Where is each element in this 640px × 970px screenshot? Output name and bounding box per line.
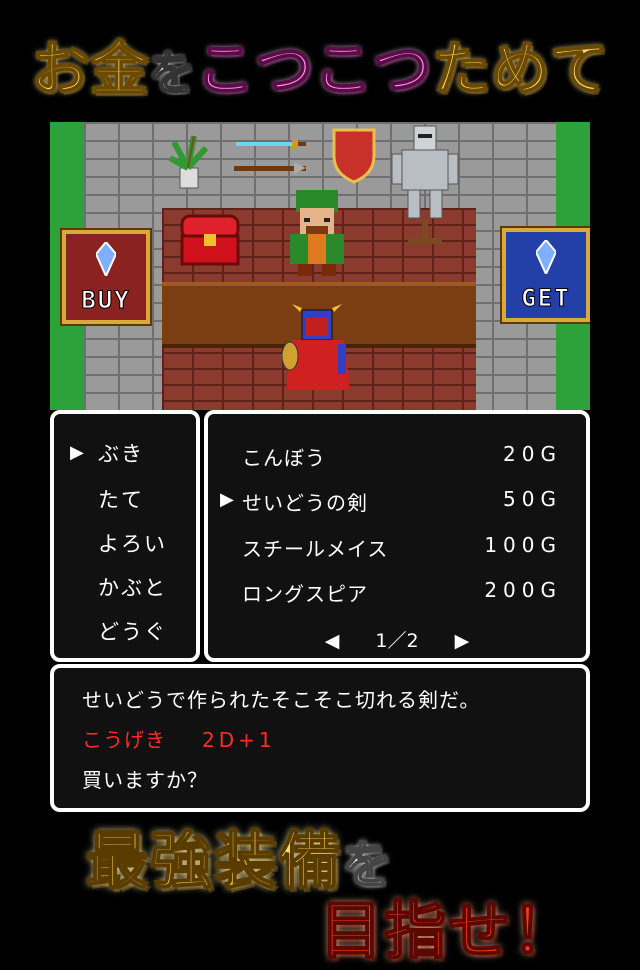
item-price: 100G <box>484 533 562 557</box>
shopkeeper-sprite <box>290 190 344 276</box>
gem-icon <box>536 240 556 274</box>
pager: ◀ 1／2 ▶ <box>208 626 586 653</box>
list-item[interactable]: スチールメイス 100G <box>208 533 586 567</box>
page-indicator: 1／2 <box>375 630 419 652</box>
prev-page-icon[interactable]: ◀ <box>325 630 340 652</box>
attack-stat: こうげき 2D+1 <box>82 724 276 753</box>
list-item[interactable]: ロングスピア 200G <box>208 578 586 612</box>
category-item-tate[interactable]: たて <box>98 484 144 514</box>
promo-title-part2: を <box>148 45 196 101</box>
item-name: スチールメイス <box>242 537 389 561</box>
category-item-buki[interactable]: ぶき <box>98 438 144 468</box>
attack-label: こうげき <box>82 728 166 752</box>
category-item-dougu[interactable]: どうぐ <box>98 616 167 646</box>
item-price: 200G <box>484 578 562 602</box>
promo-title-part4: ためて <box>431 34 610 104</box>
item-price: 50G <box>503 487 562 511</box>
item-price: 20G <box>503 442 562 466</box>
treasure-chest-icon <box>180 214 240 266</box>
attack-value: 2D+1 <box>202 728 276 752</box>
buy-button-label: BUY <box>81 286 131 315</box>
buy-button[interactable]: BUY <box>62 230 150 324</box>
list-item[interactable]: こんぼう 20G <box>208 442 586 476</box>
shield-icon <box>332 128 376 184</box>
item-name: せいどうの剣 <box>242 491 368 515</box>
item-name: こんぼう <box>242 446 326 470</box>
item-cursor-icon: ▶ <box>220 489 234 510</box>
gem-icon <box>96 242 116 276</box>
top-banner: お金をこつこつためて <box>0 0 640 120</box>
item-name: ロングスピア <box>242 582 368 606</box>
category-item-yoroi[interactable]: よろい <box>98 528 167 558</box>
weapons-icon <box>234 139 306 174</box>
description-box: せいどうで作られたそこそこ切れる剣だ。 こうげき 2D+1 買いますか？ <box>50 664 590 812</box>
promo-title-part3: こつこつ <box>195 34 432 104</box>
next-page-icon[interactable]: ▶ <box>455 630 470 652</box>
item-description: せいどうで作られたそこそこ切れる剣だ。 <box>82 688 481 712</box>
plant-icon <box>168 135 209 189</box>
get-button[interactable]: GET <box>502 228 590 322</box>
purchase-prompt: 買いますか？ <box>82 768 208 792</box>
promo-title-part1: お金 <box>30 34 149 104</box>
shop-scene: BUY GET <box>50 122 590 410</box>
slogan-part1: 最強装備 <box>85 823 343 898</box>
promo-title: お金をこつこつためて <box>0 22 640 106</box>
hero-sprite <box>282 304 350 390</box>
category-cursor-icon: ▶ <box>70 442 84 463</box>
armor-stand-icon <box>391 125 459 244</box>
category-menu: ▶ ぶき たて よろい かぶと どうぐ <box>50 410 200 662</box>
category-item-kabuto[interactable]: かぶと <box>98 572 167 602</box>
item-list: こんぼう 20G ▶ せいどうの剣 50G スチールメイス 100G ロングスピ… <box>204 410 590 662</box>
list-item[interactable]: ▶ せいどうの剣 50G <box>208 487 586 521</box>
promo-slogan-line2: 目指せ！ <box>319 893 577 968</box>
get-button-label: GET <box>521 284 571 313</box>
